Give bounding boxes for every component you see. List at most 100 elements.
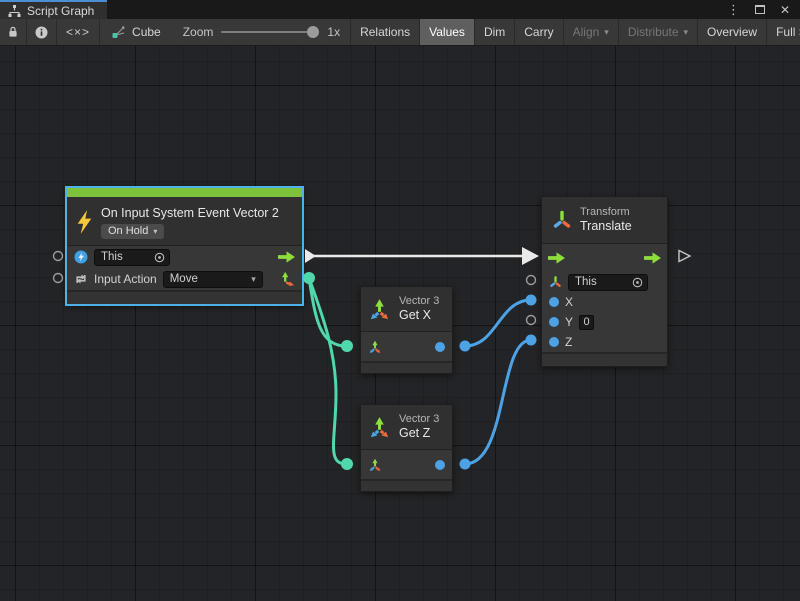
caret-down-icon: ▾	[604, 27, 609, 38]
maximize-icon[interactable]	[755, 5, 765, 14]
align-button[interactable]: Align▾	[564, 19, 619, 45]
port-get-z-input[interactable]	[341, 458, 353, 470]
zoom-control: Zoom 1x	[173, 19, 350, 45]
dim-button[interactable]: Dim	[475, 19, 515, 45]
toolbar-toggles: Relations Values Dim Carry Align▾ Distri…	[350, 19, 800, 45]
wire-cap	[460, 341, 471, 352]
get-z-header: Vector 3 Get Z	[361, 405, 452, 449]
translate-header: Transform Translate	[542, 197, 667, 243]
port-get-z-output[interactable]	[435, 460, 445, 470]
event-node-title: On Input System Event Vector 2	[101, 206, 279, 221]
vector3-icon	[368, 416, 391, 439]
overview-button[interactable]: Overview	[698, 19, 767, 45]
get-z-type: Vector 3	[399, 413, 439, 426]
translate-type: Transform	[580, 206, 632, 219]
graph-toolbar: <×> Cube Zoom 1x Relations Values Dim Ca	[0, 19, 800, 46]
input-action-dropdown[interactable]: Move ▾	[163, 271, 263, 288]
node-get-z[interactable]: Vector 3 Get Z	[360, 404, 453, 492]
port-event-action-empty[interactable]	[54, 274, 63, 283]
input-action-label: Input Action	[94, 272, 157, 286]
carry-button[interactable]: Carry	[515, 19, 563, 45]
flow-input-arrow-icon[interactable]	[548, 252, 565, 264]
y-port-label: Y	[565, 315, 573, 329]
translate-y-row: Y 0	[542, 312, 667, 332]
flow-output-arrow-icon[interactable]	[278, 251, 295, 263]
more-options-icon[interactable]: ⋮	[727, 3, 740, 16]
flow-out-marker[interactable]	[679, 251, 690, 262]
gameobject-icon	[74, 250, 88, 264]
z-port-label: Z	[565, 335, 572, 349]
lock-button[interactable]	[0, 19, 27, 45]
graph-canvas[interactable]: On Input System Event Vector 2 On Hold ▾	[0, 46, 800, 601]
event-accent-bar	[67, 188, 302, 197]
graph-name-label: Cube	[132, 25, 161, 39]
caret-down-icon: ▾	[684, 27, 689, 38]
port-vector2-output[interactable]	[303, 272, 315, 284]
window-controls: ⋮ ✕	[727, 0, 800, 19]
get-x-footer	[361, 363, 452, 373]
translate-x-row: X	[542, 292, 667, 312]
get-x-header: Vector 3 Get X	[361, 287, 452, 331]
target-picker-icon[interactable]	[154, 252, 165, 263]
lightning-bolt-icon	[76, 209, 93, 235]
zoom-slider[interactable]	[221, 31, 319, 33]
wire-cap	[526, 295, 537, 306]
translate-this-field[interactable]: This	[568, 274, 648, 291]
event-this-field[interactable]: This	[94, 249, 170, 266]
event-mode-dropdown[interactable]: On Hold ▾	[101, 224, 164, 239]
info-icon	[35, 26, 48, 39]
get-z-port-row	[361, 450, 452, 479]
y-value-field[interactable]: 0	[579, 315, 594, 330]
get-z-title: Get Z	[399, 426, 439, 441]
port-translate-this-empty[interactable]	[527, 276, 536, 285]
flow-wire-arrowhead	[522, 247, 539, 265]
get-z-footer	[361, 481, 452, 491]
transform-small-icon	[549, 275, 562, 289]
unity-visual-scripting-window: Script Graph ⋮ ✕	[0, 0, 800, 601]
get-x-title: Get X	[399, 308, 439, 323]
event-node-header: On Input System Event Vector 2 On Hold ▾	[67, 197, 302, 245]
flow-output-arrow-icon[interactable]	[644, 252, 661, 264]
values-button[interactable]: Values	[420, 19, 475, 45]
close-icon[interactable]: ✕	[780, 4, 790, 16]
code-preview-button[interactable]: <×>	[57, 19, 100, 45]
node-on-input-system-event[interactable]: On Input System Event Vector 2 On Hold ▾	[66, 187, 303, 305]
inspect-button[interactable]	[27, 19, 57, 45]
lock-icon	[8, 26, 18, 38]
event-node-footer	[67, 292, 302, 304]
fullscreen-button[interactable]: Full Screen	[767, 19, 800, 45]
node-translate[interactable]: Transform Translate	[541, 196, 668, 367]
port-get-x-output[interactable]	[435, 342, 445, 352]
transform-icon	[552, 209, 572, 231]
port-translate-y-empty[interactable]	[527, 316, 536, 325]
tab-script-graph[interactable]: Script Graph	[0, 0, 107, 19]
title-bar: Script Graph ⋮ ✕	[0, 0, 800, 19]
port-z-input[interactable]	[549, 337, 559, 347]
event-this-row: This	[67, 246, 302, 268]
port-event-this-empty[interactable]	[54, 252, 63, 261]
code-toggle-icon: <×>	[66, 25, 90, 39]
wire-vector2-to-get-x[interactable]	[309, 278, 346, 346]
vector3-input-icon	[368, 340, 382, 354]
hierarchy-icon	[8, 5, 21, 17]
node-get-x[interactable]: Vector 3 Get X	[360, 286, 453, 374]
wire-vector2-to-get-z[interactable]	[309, 278, 346, 464]
input-action-icon	[74, 272, 88, 286]
translate-z-row: Z	[542, 332, 667, 352]
relations-button[interactable]: Relations	[351, 19, 420, 45]
wire-get-x-to-x[interactable]	[465, 300, 531, 346]
zoom-slider-handle[interactable]	[307, 26, 319, 38]
vector2-icon[interactable]	[279, 271, 295, 287]
port-get-x-input[interactable]	[341, 340, 353, 352]
graph-breadcrumb[interactable]: Cube	[100, 19, 173, 45]
wire-cap	[460, 459, 471, 470]
flow-wire-start-cap	[305, 249, 316, 263]
zoom-label: Zoom	[183, 25, 214, 39]
port-y-input[interactable]	[549, 317, 559, 327]
distribute-button[interactable]: Distribute▾	[619, 19, 698, 45]
port-x-input[interactable]	[549, 297, 559, 307]
target-picker-icon[interactable]	[632, 277, 643, 288]
caret-down-icon: ▾	[251, 274, 256, 285]
wire-get-z-to-z[interactable]	[465, 340, 531, 464]
event-action-row: Input Action Move ▾	[67, 268, 302, 290]
